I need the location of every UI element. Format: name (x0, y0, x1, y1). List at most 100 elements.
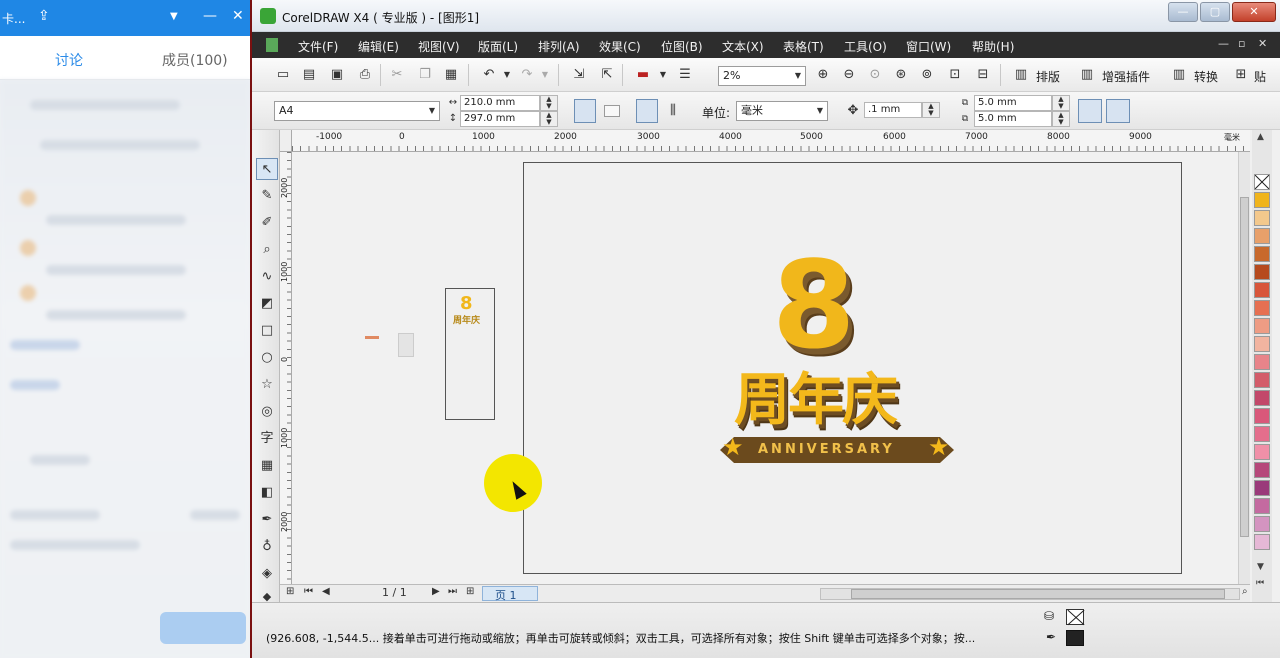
launcher-dropdown-icon[interactable]: ▼ (654, 66, 672, 84)
ellipse-tool-icon[interactable]: ○ (256, 347, 278, 369)
color-swatch[interactable] (1254, 192, 1270, 208)
menu-edit[interactable]: 编辑(E) (358, 38, 399, 55)
enhance-plugin-button[interactable]: 增强插件 (1102, 68, 1150, 85)
anniversary-logo[interactable]: 8 周年庆 ANNIVERSARY ★ ★ (720, 247, 960, 487)
palette-end-icon[interactable]: ⏮ (1256, 578, 1264, 588)
redo-dropdown-icon[interactable]: ▼ (536, 66, 554, 84)
duplicate-y-spinner[interactable]: ▲ ▼ (1052, 111, 1070, 127)
zoom-height-icon[interactable]: ⊟ (974, 66, 992, 84)
page-tab[interactable]: 页 1 (482, 586, 538, 602)
show-bleed-button[interactable] (1106, 99, 1130, 123)
convert-button[interactable]: 转换 (1194, 68, 1218, 85)
doc-minimize-icon[interactable]: — (1218, 37, 1229, 50)
vertical-scroll-thumb[interactable] (1240, 197, 1249, 537)
table-tool-icon[interactable]: ▦ (256, 455, 278, 477)
basic-shapes-tool-icon[interactable]: ◎ (256, 401, 278, 423)
color-swatch[interactable] (1254, 318, 1270, 334)
menu-view[interactable]: 视图(V) (418, 38, 460, 55)
color-swatch[interactable] (1254, 498, 1270, 514)
layout-plugin-button[interactable]: 排版 (1036, 68, 1060, 85)
menu-help[interactable]: 帮助(H) (972, 38, 1014, 55)
all-pages-button[interactable] (636, 99, 658, 123)
share-icon[interactable]: ⇪ (38, 8, 50, 24)
color-swatch[interactable] (1254, 534, 1270, 550)
fill-color-indicator[interactable] (1066, 609, 1084, 625)
nudge-spinner[interactable]: ▲ ▼ (922, 102, 940, 118)
paste-plugin-button[interactable]: 贴 (1254, 68, 1266, 85)
paste-icon[interactable]: ▦ (442, 66, 460, 84)
color-swatch[interactable] (1254, 246, 1270, 262)
color-swatch[interactable] (1254, 408, 1270, 424)
nudge-distance-field[interactable]: .1 mm (864, 102, 922, 118)
color-swatch[interactable] (1254, 516, 1270, 532)
close-icon[interactable]: ✕ (232, 8, 244, 24)
window-minimize-button[interactable]: — (1168, 2, 1198, 22)
small-page-frame[interactable]: 8 周年庆 (445, 288, 495, 420)
enhance-plugin-icon[interactable]: ▥ (1078, 66, 1096, 84)
text-tool-icon[interactable]: 字 (256, 428, 278, 450)
color-swatch[interactable] (1254, 282, 1270, 298)
layout-plugin-icon[interactable]: ▥ (1012, 66, 1030, 84)
color-swatch[interactable] (1254, 354, 1270, 370)
first-page-icon[interactable]: ⏮ (304, 586, 313, 597)
freehand-tool-icon[interactable]: ∿ (256, 266, 278, 288)
palette-scroll-up-icon[interactable]: ▲ (1257, 132, 1264, 142)
last-page-icon[interactable]: ⏭ (448, 586, 457, 597)
polygon-tool-icon[interactable]: ☆ (256, 374, 278, 396)
interactive-tool-icon[interactable]: ◧ (256, 482, 278, 504)
navigator-zoom-icon[interactable]: ⌕ (1242, 586, 1248, 597)
color-swatch[interactable] (1254, 426, 1270, 442)
duplicate-x-spinner[interactable]: ▲ ▼ (1052, 95, 1070, 111)
menu-bitmaps[interactable]: 位图(B) (661, 38, 703, 55)
menu-effects[interactable]: 效果(C) (599, 38, 641, 55)
canvas-object-mark[interactable] (365, 336, 379, 339)
portrait-button[interactable] (574, 99, 596, 123)
horizontal-scrollbar[interactable] (820, 588, 1240, 600)
menu-tools[interactable]: 工具(O) (844, 38, 887, 55)
pick-tool-icon[interactable]: ↖ (256, 158, 278, 180)
welcome-screen-icon[interactable]: ☰ (676, 66, 694, 84)
add-page-before-icon[interactable]: ⊞ (286, 586, 294, 597)
undo-icon[interactable]: ↶ (480, 66, 498, 84)
app-launcher-icon[interactable]: ▬ (634, 66, 652, 84)
previous-page-icon[interactable]: ◀ (322, 586, 330, 597)
color-swatch[interactable] (1254, 444, 1270, 460)
menu-table[interactable]: 表格(T) (783, 38, 824, 55)
color-swatch[interactable] (1254, 210, 1270, 226)
treat-as-filled-button[interactable] (1078, 99, 1102, 123)
color-swatch[interactable] (1254, 228, 1270, 244)
save-icon[interactable]: ▣ (328, 66, 346, 84)
zoom-page-icon[interactable]: ⊚ (918, 66, 936, 84)
print-icon[interactable]: ⎙ (356, 66, 374, 84)
zoom-out-icon[interactable]: ⊖ (840, 66, 858, 84)
export-icon[interactable]: ⇱ (598, 66, 616, 84)
doc-restore-icon[interactable]: ▫ (1238, 37, 1245, 50)
cut-icon[interactable]: ✂ (388, 66, 406, 84)
units-combo[interactable]: 毫米 ▼ (736, 101, 828, 121)
current-page-icon[interactable]: ⫼ (664, 102, 682, 120)
ruler-corner[interactable] (280, 130, 292, 152)
horizontal-ruler[interactable]: -1000 0 1000 2000 3000 4000 5000 6000 70… (292, 130, 1250, 152)
drawing-canvas[interactable]: 8 周年庆 8 周年庆 ANNIVERSARY ★ ★ (292, 152, 1250, 584)
zoom-all-objects-icon[interactable]: ⊛ (892, 66, 910, 84)
zoom-width-icon[interactable]: ⊡ (946, 66, 964, 84)
zoom-levels-combo[interactable]: 2% ▼ (718, 66, 806, 86)
color-swatch[interactable] (1254, 390, 1270, 406)
minimize-icon[interactable]: — (203, 8, 217, 24)
add-page-after-icon[interactable]: ⊞ (466, 586, 474, 597)
crop-tool-icon[interactable]: ✐ (256, 212, 278, 234)
color-swatch[interactable] (1254, 300, 1270, 316)
import-icon[interactable]: ⇲ (570, 66, 588, 84)
menu-window[interactable]: 窗口(W) (906, 38, 951, 55)
outline-color-indicator[interactable] (1066, 630, 1084, 646)
convert-icon[interactable]: ▥ (1170, 66, 1188, 84)
menu-layout[interactable]: 版面(L) (478, 38, 518, 55)
page-width-field[interactable]: 210.0 mm (460, 95, 540, 111)
tab-discussion[interactable]: 讨论 (55, 50, 83, 70)
canvas-object-thumbnail[interactable] (398, 333, 414, 357)
vertical-scrollbar[interactable] (1238, 152, 1250, 584)
duplicate-y-field[interactable]: 5.0 mm (974, 111, 1052, 127)
menu-file[interactable]: 文件(F) (298, 38, 338, 55)
horizontal-scroll-thumb[interactable] (851, 589, 1225, 599)
smart-fill-tool-icon[interactable]: ◩ (256, 293, 278, 315)
